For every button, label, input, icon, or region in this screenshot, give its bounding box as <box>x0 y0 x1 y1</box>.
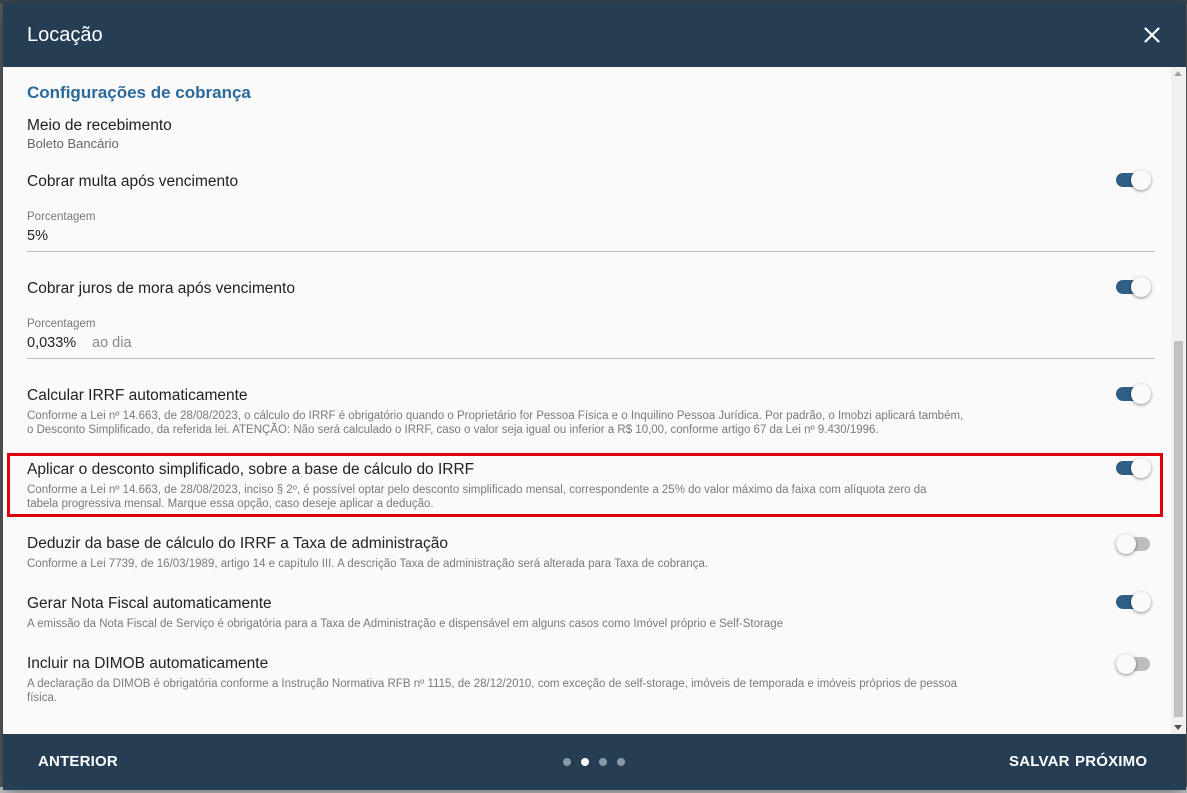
interest-input[interactable]: 0,033% <box>27 335 76 351</box>
admin-fee-description: Conforme a Lei 7739, de 16/03/1989, arti… <box>27 558 709 570</box>
step-dot-4[interactable] <box>617 758 625 766</box>
dialog-header: Locação <box>3 3 1186 67</box>
payment-method-label: Meio de recebimento <box>27 117 172 134</box>
interest-field-label: Porcentagem <box>27 318 96 330</box>
toggle-thumb <box>1131 592 1151 612</box>
dimob-toggle[interactable] <box>1116 652 1152 676</box>
late-fee-input[interactable]: 5% <box>27 228 48 244</box>
irrf-description: Conforme a Lei nº 14.663, de 28/08/2023,… <box>27 410 964 436</box>
locacao-dialog: Locação Configurações de cobrança Meio d… <box>3 3 1186 790</box>
irrf-toggle[interactable] <box>1116 382 1152 406</box>
toggle-thumb <box>1131 458 1151 478</box>
interest-title: Cobrar juros de mora após vencimento <box>27 280 295 297</box>
scroll-up-arrow-icon[interactable] <box>1174 71 1182 76</box>
late-fee-toggle[interactable] <box>1116 168 1152 192</box>
dialog-footer: ANTERIOR SALVAR PRÓXIMO <box>3 734 1186 790</box>
step-indicator <box>563 758 625 766</box>
interest-suffix: ao dia <box>92 335 132 351</box>
toggle-thumb <box>1131 277 1151 297</box>
simplified-discount-description: Conforme a Lei nº 14.663, de 28/08/2023,… <box>27 484 927 510</box>
section-title: Configurações de cobrança <box>27 83 251 102</box>
admin-fee-title: Deduzir da base de cálculo do IRRF a Tax… <box>27 535 449 552</box>
toggle-thumb <box>1131 384 1151 404</box>
late-fee-title: Cobrar multa após vencimento <box>27 173 239 190</box>
dimob-description: A declaração da DIMOB é obrigatória conf… <box>27 678 958 704</box>
step-dot-3[interactable] <box>599 758 607 766</box>
simplified-discount-toggle[interactable] <box>1116 456 1152 480</box>
payment-method-value: Boleto Bancário <box>27 136 119 151</box>
late-fee-field-label: Porcentagem <box>27 211 96 223</box>
nota-fiscal-title: Gerar Nota Fiscal automaticamente <box>27 595 272 612</box>
interest-toggle[interactable] <box>1116 275 1152 299</box>
toggle-thumb <box>1131 170 1151 190</box>
content-scrollbar[interactable] <box>1171 67 1185 734</box>
close-button[interactable] <box>1138 21 1166 49</box>
step-dot-2[interactable] <box>581 758 589 766</box>
nota-fiscal-toggle[interactable] <box>1116 590 1152 614</box>
step-dot-1[interactable] <box>563 758 571 766</box>
dialog-content: Configurações de cobrança Meio de recebi… <box>3 67 1170 734</box>
dimob-title: Incluir na DIMOB automaticamente <box>27 655 269 672</box>
admin-fee-toggle[interactable] <box>1116 532 1152 556</box>
toggle-thumb <box>1116 534 1136 554</box>
next-button[interactable]: PRÓXIMO <box>1075 753 1147 770</box>
simplified-discount-title: Aplicar o desconto simplificado, sobre a… <box>27 461 475 478</box>
scroll-down-arrow-icon[interactable] <box>1174 725 1182 730</box>
previous-button[interactable]: ANTERIOR <box>38 753 118 770</box>
interest-input-underline <box>27 358 1155 359</box>
dialog-title: Locação <box>27 23 103 46</box>
save-button[interactable]: SALVAR <box>1009 753 1070 770</box>
late-fee-input-underline <box>27 251 1155 252</box>
toggle-thumb <box>1116 654 1136 674</box>
irrf-title: Calcular IRRF automaticamente <box>27 387 248 404</box>
close-icon <box>1144 27 1160 43</box>
nota-fiscal-description: A emissão da Nota Fiscal de Serviço é ob… <box>27 618 783 630</box>
scroll-thumb[interactable] <box>1174 341 1183 717</box>
